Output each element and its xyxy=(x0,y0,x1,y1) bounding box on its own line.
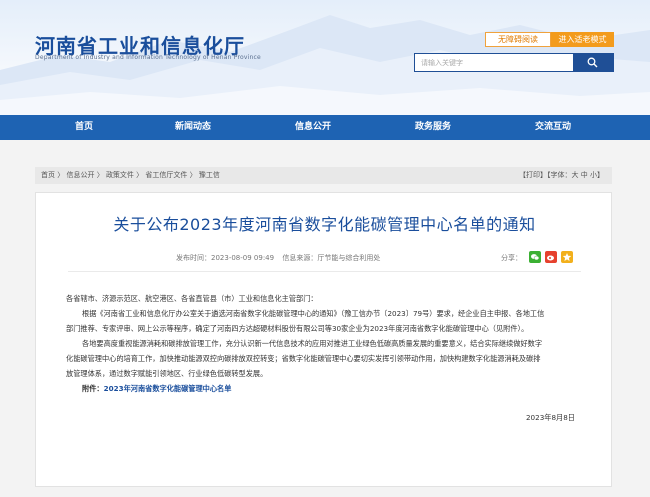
main-nav: 首页 新闻动态 信息公开 政务服务 交流互动 xyxy=(0,115,650,140)
article-title: 关于公布2023年度河南省数字化能碳管理中心名单的通知 xyxy=(113,215,536,234)
breadcrumb-separator: 〉 xyxy=(57,171,65,179)
article-panel: 关于公布2023年度河南省数字化能碳管理中心名单的通知 发布时间：2023-08… xyxy=(35,192,612,487)
attachment-link[interactable]: 2023年河南省数字化能碳管理中心名单 xyxy=(104,384,232,393)
nav-item-gov-services[interactable]: 政务服务 xyxy=(388,115,478,140)
breadcrumb-separator: 〉 xyxy=(189,171,197,179)
nav-item-home[interactable]: 首页 xyxy=(39,115,129,140)
article-meta: 发布时间：2023-08-09 09:49 信息来源：厅节能与综合利用处 xyxy=(176,253,386,263)
breadcrumb-item-dept-files[interactable]: 省工信厅文件 xyxy=(145,171,187,179)
nav-item-interaction[interactable]: 交流互动 xyxy=(508,115,598,140)
article-divider xyxy=(68,271,581,272)
attachment-label: 附件： xyxy=(82,384,104,393)
elder-mode-button[interactable]: 进入适老模式 xyxy=(551,32,614,47)
site-subtitle: Department of Industry and Information T… xyxy=(35,54,261,61)
share-label: 分享： xyxy=(501,254,522,262)
article-paragraph: 各地要高度重视能源消耗和碳排放管理工作，充分认识新一代信息技术的应用对推进工业绿… xyxy=(82,339,543,348)
weibo-share-icon[interactable] xyxy=(545,251,557,263)
wechat-share-icon[interactable] xyxy=(529,251,541,263)
article-paragraph: 各省辖市、济源示范区、航空港区、各省直管县（市）工业和信息化主管部门： xyxy=(66,294,318,303)
article-paragraph: 放管理体系，通过数字赋能引领地区、行业绿色低碳转型发展。 xyxy=(66,369,268,378)
breadcrumb-item-policy-files[interactable]: 政策文件 xyxy=(106,171,134,179)
info-source: 信息来源：厅节能与综合利用处 xyxy=(282,254,381,262)
article-paragraph: 部门推荐、专家评审、网上公示等程序，确定了河南四方达超硬材料股份有限公司等30家… xyxy=(66,324,529,333)
search-box xyxy=(414,53,614,72)
search-input[interactable] xyxy=(415,54,573,71)
breadcrumb-separator: 〉 xyxy=(96,171,104,179)
search-icon xyxy=(587,57,598,68)
article-paragraph: 化能碳管理中心的培育工作，加快推动能源双控向碳排放双控转变；省数字化能碳管理中心… xyxy=(66,354,541,363)
breadcrumb: 首页 〉 信息公开 〉 政策文件 〉 省工信厅文件 〉 豫工信 xyxy=(41,167,220,184)
breadcrumb-item-current[interactable]: 豫工信 xyxy=(199,171,220,179)
share-bar: 分享： xyxy=(501,251,581,265)
article-date: 2023年8月8日 xyxy=(525,413,575,422)
nav-item-info-disclosure[interactable]: 信息公开 xyxy=(268,115,358,140)
attachment-line: 附件：2023年河南省数字化能碳管理中心名单 xyxy=(66,381,581,396)
breadcrumb-separator: 〉 xyxy=(136,171,144,179)
site-header: 河南省工业和信息化厅 Department of Industry and In… xyxy=(0,0,650,115)
publish-time: 发布时间：2023-08-09 09:49 xyxy=(176,254,275,262)
breadcrumb-item-home[interactable]: 首页 xyxy=(41,171,55,179)
article-paragraph: 根据《河南省工业和信息化厅办公室关于遴选河南省数字化能碳管理中心的通知》（豫工信… xyxy=(82,309,545,318)
barrier-free-reading-button[interactable]: 无障碍阅读 xyxy=(485,32,551,47)
breadcrumb-item-info-disclosure[interactable]: 信息公开 xyxy=(66,171,94,179)
search-button[interactable] xyxy=(573,54,613,71)
nav-item-news[interactable]: 新闻动态 xyxy=(148,115,238,140)
breadcrumb-bar: 首页 〉 信息公开 〉 政策文件 〉 省工信厅文件 〉 豫工信 【打印】【字体：… xyxy=(35,167,612,184)
print-font-tools[interactable]: 【打印】【字体：大 中 小】 xyxy=(519,167,604,184)
article-body: 各省辖市、济源示范区、航空港区、各省直管县（市）工业和信息化主管部门： 根据《河… xyxy=(66,291,581,396)
qzone-share-icon[interactable] xyxy=(561,251,573,263)
